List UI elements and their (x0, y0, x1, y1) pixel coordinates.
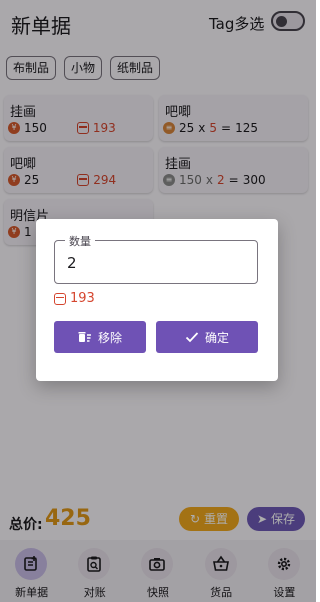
stock-icon (54, 292, 66, 305)
quantity-dialog: 数量 193 移除 确定 (36, 219, 278, 381)
dialog-stock: 193 (54, 291, 95, 306)
check-icon (185, 332, 199, 343)
remove-button-label: 移除 (97, 330, 122, 345)
quantity-field: 数量 (54, 233, 258, 284)
dialog-stock-value: 193 (70, 291, 95, 306)
remove-button[interactable]: 移除 (54, 321, 146, 353)
delete-sweep-icon (78, 332, 91, 342)
confirm-button-label: 确定 (204, 330, 229, 345)
quantity-field-label: 数量 (65, 233, 95, 249)
quantity-input[interactable] (67, 253, 247, 273)
confirm-button[interactable]: 确定 (156, 321, 258, 353)
